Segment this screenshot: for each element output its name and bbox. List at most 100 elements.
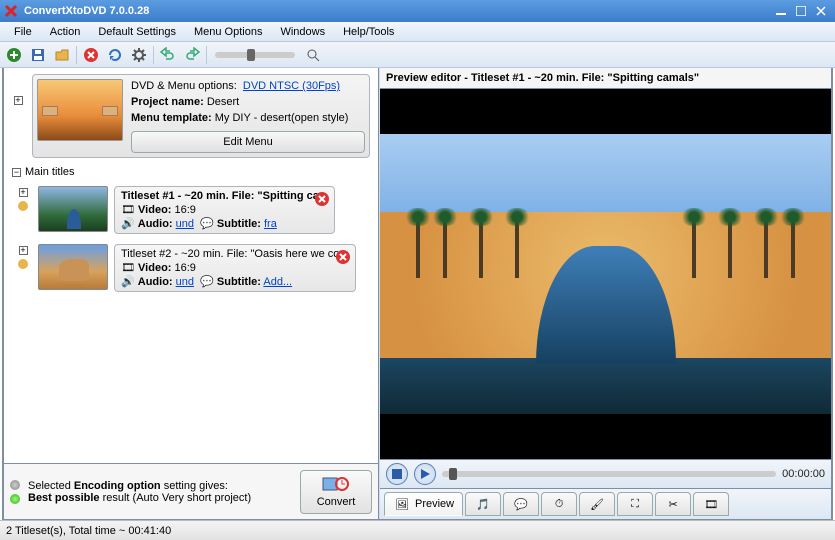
titleset-header: Titleset #1 - ~20 min. File: "Spitting c… bbox=[121, 190, 328, 202]
convert-label: Convert bbox=[317, 496, 356, 508]
titleset-row[interactable]: Titleset #2 - ~20 min. File: "Oasis here… bbox=[38, 244, 356, 292]
preview-area[interactable] bbox=[380, 89, 831, 459]
status-bar: 2 Titleset(s), Total time ~ 00:41:40 bbox=[0, 520, 835, 540]
encoding-panel: Selected Encoding option setting gives: … bbox=[4, 463, 378, 519]
encoding-option-text: Selected Encoding option setting gives: … bbox=[28, 480, 292, 504]
filmstrip-icon: 🎞 bbox=[702, 495, 720, 513]
clock-icon: ⏱ bbox=[550, 495, 568, 513]
subtitle-icon: 💬 bbox=[200, 218, 214, 230]
app-title: ConvertXtoDVD 7.0.0.28 bbox=[24, 5, 771, 17]
subtitle-label: Subtitle: bbox=[217, 218, 261, 230]
tab-merge[interactable]: 🎞 bbox=[693, 492, 729, 516]
stop-button[interactable] bbox=[386, 463, 408, 485]
main-area: + DVD & Menu options: DVD NTSC (30Fps) P… bbox=[2, 68, 833, 521]
audio-link[interactable]: und bbox=[176, 218, 194, 230]
audio-link[interactable]: und bbox=[176, 276, 194, 288]
convert-button[interactable]: Convert bbox=[300, 470, 372, 514]
expand-toggle[interactable]: + bbox=[14, 96, 23, 105]
titleset-header: Titleset #2 - ~20 min. File: "Oasis here… bbox=[121, 248, 349, 260]
subtitle-link[interactable]: fra bbox=[264, 218, 277, 230]
project-name-value: Desert bbox=[207, 96, 239, 108]
dvd-format-link[interactable]: DVD NTSC (30Fps) bbox=[243, 80, 340, 92]
remove-button[interactable] bbox=[81, 45, 101, 65]
save-button[interactable] bbox=[28, 45, 48, 65]
toolbar bbox=[0, 42, 835, 68]
dvd-options-panel: DVD & Menu options: DVD NTSC (30Fps) Pro… bbox=[32, 74, 370, 158]
subtitle-icon: 💬 bbox=[200, 276, 214, 288]
separator bbox=[76, 46, 77, 64]
play-button[interactable] bbox=[414, 463, 436, 485]
menu-windows[interactable]: Windows bbox=[272, 24, 333, 40]
zoom-slider[interactable] bbox=[215, 52, 295, 58]
titleset-row[interactable]: Titleset #1 - ~20 min. File: "Spitting c… bbox=[38, 186, 335, 234]
refresh-button[interactable] bbox=[105, 45, 125, 65]
separator bbox=[206, 46, 207, 64]
video-label: Video: bbox=[138, 262, 171, 274]
status-icon bbox=[16, 199, 30, 213]
time-display: 00:00:00 bbox=[782, 468, 825, 480]
remove-titleset-button[interactable] bbox=[314, 191, 330, 207]
video-label: Video: bbox=[138, 204, 171, 216]
status-icon bbox=[16, 257, 30, 271]
remove-titleset-button[interactable] bbox=[335, 249, 351, 265]
titleset-info: Titleset #2 - ~20 min. File: "Oasis here… bbox=[114, 244, 356, 292]
right-pane: Preview editor - Titleset #1 - ~20 min. … bbox=[379, 68, 831, 519]
titleset-thumbnail[interactable] bbox=[38, 186, 108, 232]
settings-button[interactable] bbox=[129, 45, 149, 65]
music-note-icon: 🎵 bbox=[474, 495, 492, 513]
speech-bubble-icon: 💬 bbox=[512, 495, 530, 513]
menu-bar: File Action Default Settings Menu Option… bbox=[0, 22, 835, 42]
film-icon: 🎞 bbox=[121, 262, 135, 274]
minimize-button[interactable] bbox=[771, 3, 791, 19]
menu-menu-options[interactable]: Menu Options bbox=[186, 24, 270, 40]
scissors-icon: ✂ bbox=[664, 495, 682, 513]
tab-chapters[interactable]: ⏱ bbox=[541, 492, 577, 516]
menu-template-label: Menu template: bbox=[131, 112, 212, 124]
titleset-thumbnail[interactable] bbox=[38, 244, 108, 290]
film-icon: 🎞 bbox=[121, 204, 135, 216]
titleset-info: Titleset #1 - ~20 min. File: "Spitting c… bbox=[114, 186, 335, 234]
edit-menu-button[interactable]: Edit Menu bbox=[131, 131, 365, 153]
expand-toggle-ts1[interactable]: + bbox=[19, 188, 28, 197]
picture-icon: 🖌 bbox=[588, 495, 606, 513]
editor-tabs: 🖼Preview 🎵 💬 ⏱ 🖌 ⛶ ✂ 🎞 bbox=[380, 489, 831, 519]
menu-template-value: My DIY - desert(open style) bbox=[215, 112, 349, 124]
main-titles-label: Main titles bbox=[25, 166, 75, 178]
status-text: 2 Titleset(s), Total time ~ 00:41:40 bbox=[6, 525, 171, 537]
collapse-toggle[interactable]: − bbox=[12, 168, 21, 177]
expand-toggle-ts2[interactable]: + bbox=[19, 246, 28, 255]
menu-help-tools[interactable]: Help/Tools bbox=[335, 24, 402, 40]
close-button[interactable] bbox=[811, 3, 831, 19]
preview-header: Preview editor - Titleset #1 - ~20 min. … bbox=[380, 68, 831, 89]
video-value: 16:9 bbox=[175, 204, 196, 216]
redo-button[interactable] bbox=[182, 45, 202, 65]
tab-preview[interactable]: 🖼Preview bbox=[384, 492, 463, 516]
led-indicator bbox=[10, 494, 20, 504]
led-indicator bbox=[10, 480, 20, 490]
seek-bar[interactable] bbox=[442, 471, 776, 477]
expand-icon: ⛶ bbox=[626, 495, 644, 513]
undo-button[interactable] bbox=[158, 45, 178, 65]
video-value: 16:9 bbox=[175, 262, 196, 274]
title-bar: ConvertXtoDVD 7.0.0.28 bbox=[0, 0, 835, 22]
app-icon bbox=[4, 4, 18, 18]
tab-crop[interactable]: ⛶ bbox=[617, 492, 653, 516]
tab-subtitles[interactable]: 💬 bbox=[503, 492, 539, 516]
tab-image[interactable]: 🖌 bbox=[579, 492, 615, 516]
preview-image bbox=[380, 134, 831, 414]
add-button[interactable] bbox=[4, 45, 24, 65]
dvd-options-label: DVD & Menu options: bbox=[131, 80, 237, 92]
tab-cut[interactable]: ✂ bbox=[655, 492, 691, 516]
audio-icon: 🔊 bbox=[121, 276, 135, 288]
audio-label: Audio: bbox=[138, 276, 173, 288]
subtitle-link[interactable]: Add... bbox=[263, 276, 292, 288]
audio-icon: 🔊 bbox=[121, 218, 135, 230]
tab-audio[interactable]: 🎵 bbox=[465, 492, 501, 516]
menu-file[interactable]: File bbox=[6, 24, 40, 40]
menu-action[interactable]: Action bbox=[42, 24, 89, 40]
open-button[interactable] bbox=[52, 45, 72, 65]
menu-thumbnail[interactable] bbox=[37, 79, 123, 141]
zoom-in-button[interactable] bbox=[303, 45, 323, 65]
maximize-button[interactable] bbox=[791, 3, 811, 19]
menu-default-settings[interactable]: Default Settings bbox=[90, 24, 184, 40]
